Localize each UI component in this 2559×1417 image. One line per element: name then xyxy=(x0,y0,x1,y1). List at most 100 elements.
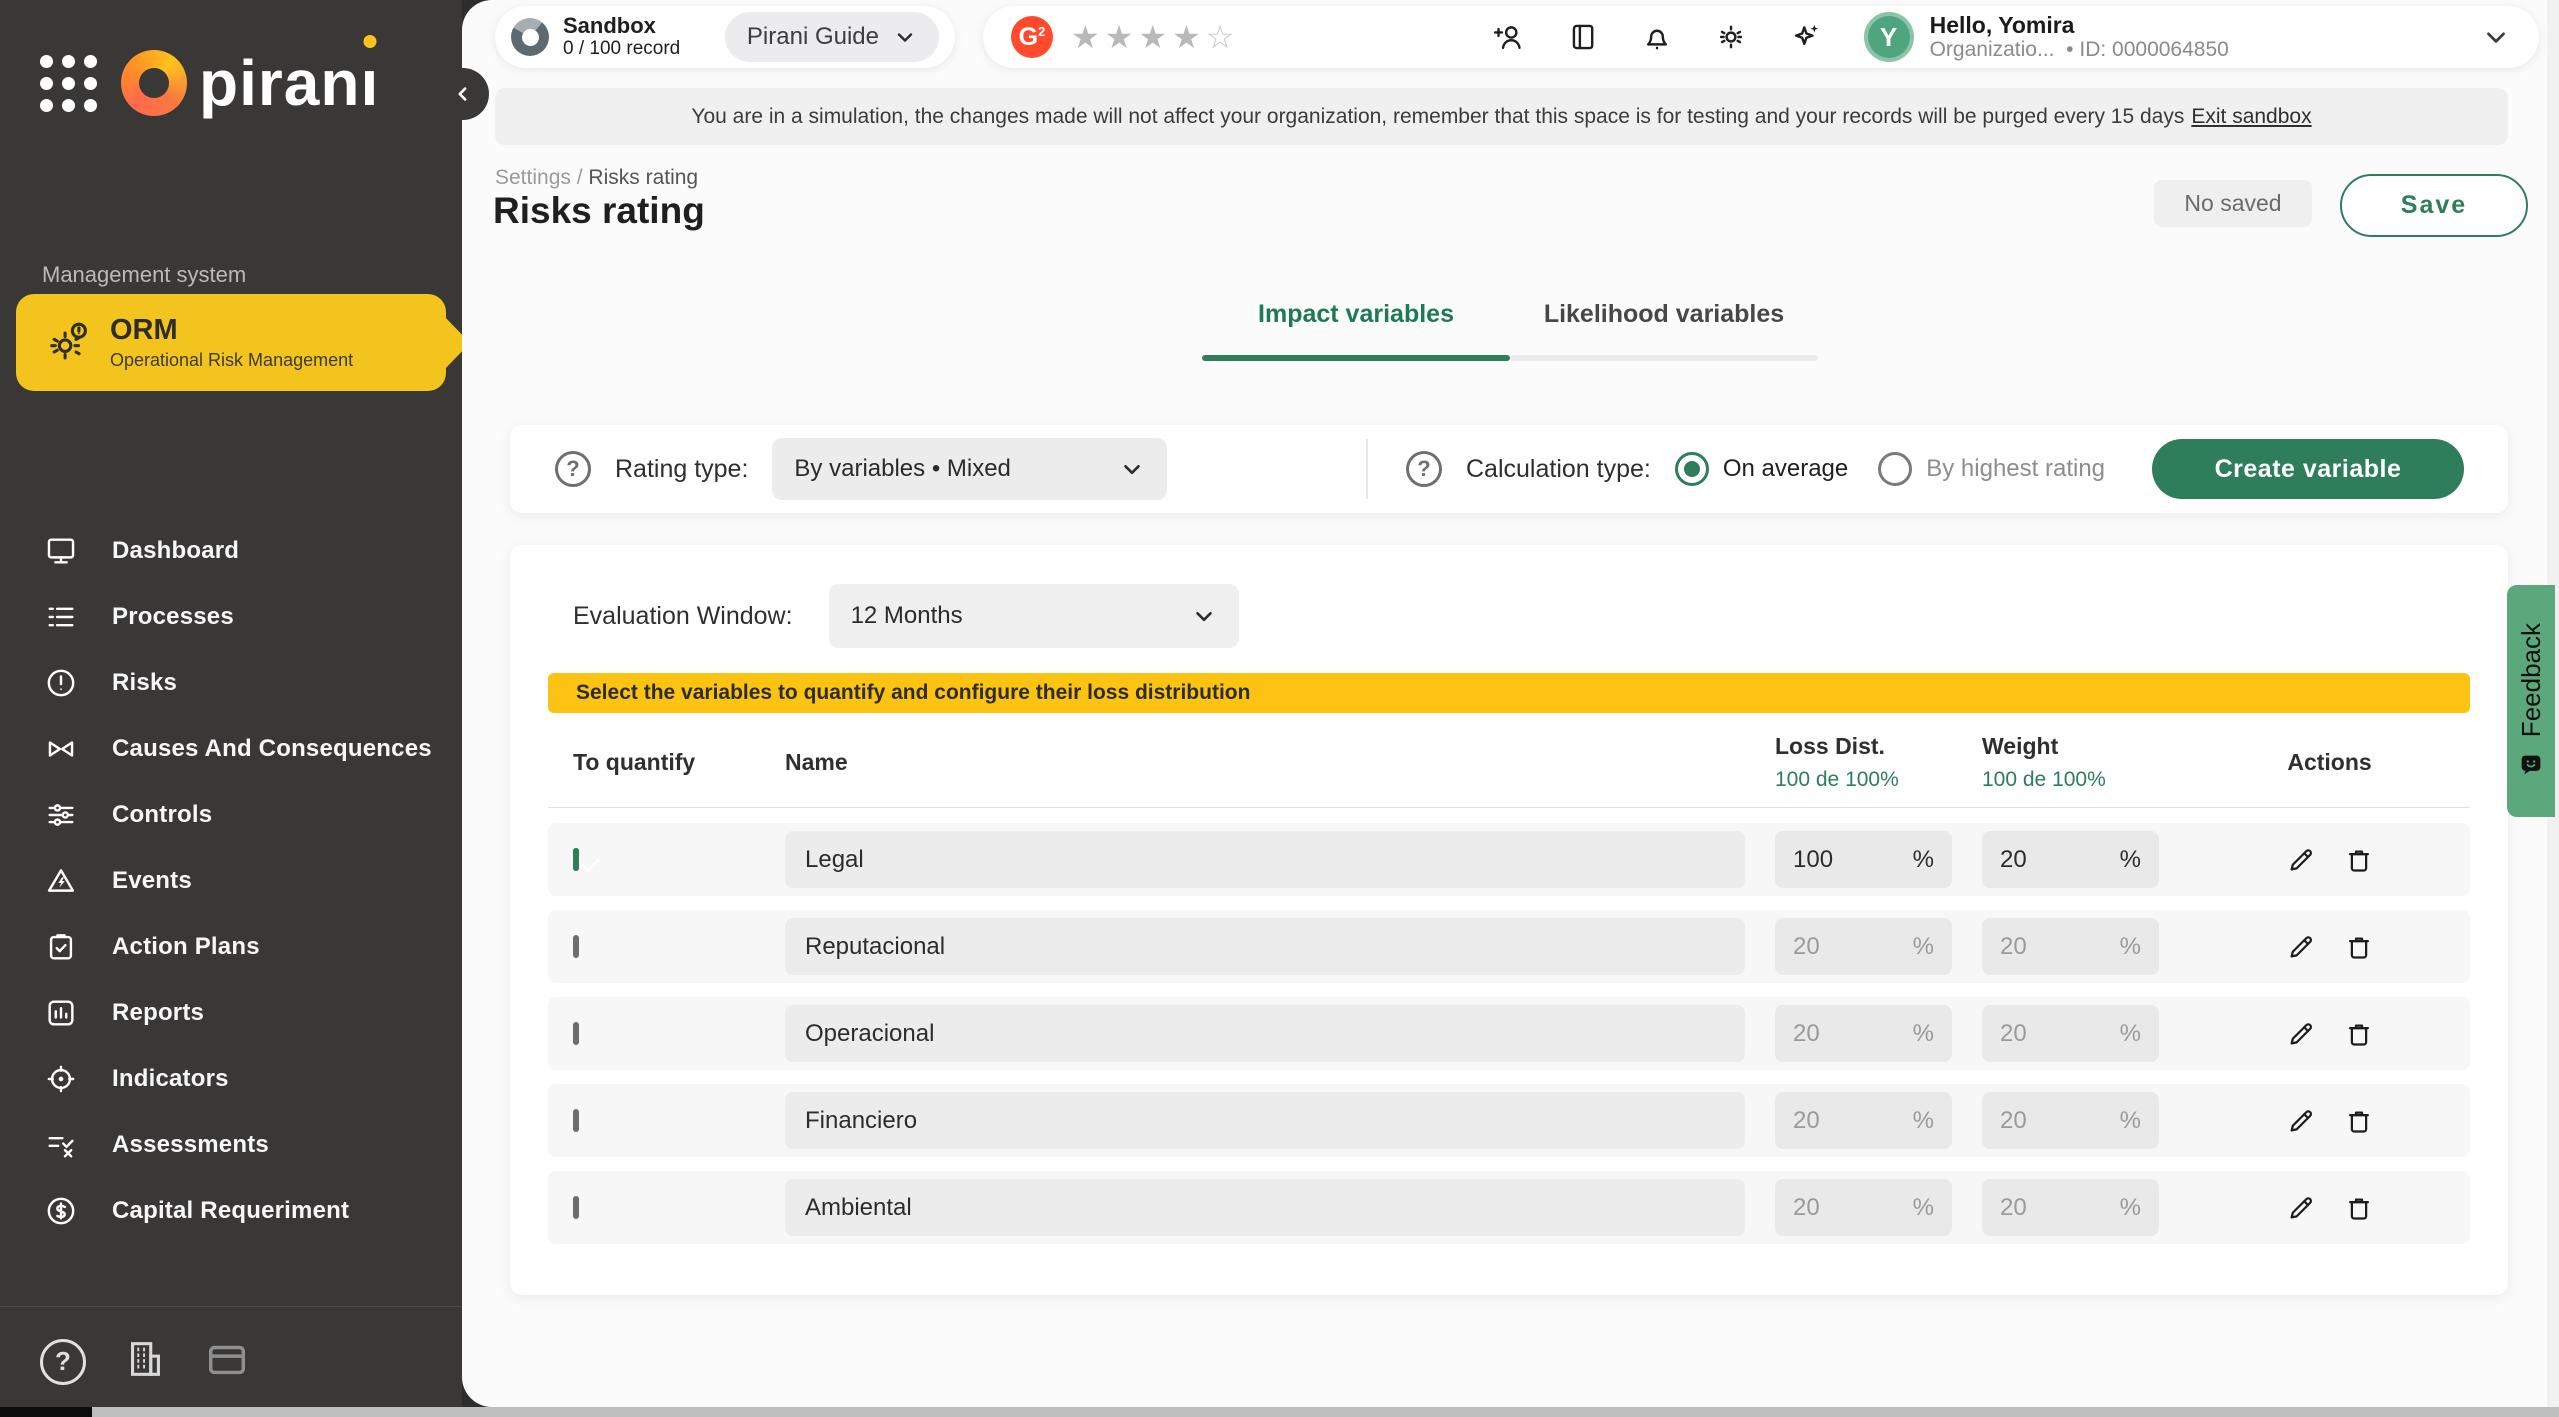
star-filled-icon[interactable]: ★ xyxy=(1071,19,1105,55)
radio-on-average[interactable]: On average xyxy=(1675,452,1848,486)
pirani-guide-label: Pirani Guide xyxy=(747,23,879,51)
radio-icon[interactable] xyxy=(1878,452,1912,486)
delete-trash-icon[interactable] xyxy=(2344,1019,2374,1049)
variable-name-field[interactable]: Reputacional xyxy=(785,918,1745,975)
loss-dist-field[interactable]: 20% xyxy=(1775,918,1952,975)
user-organization: Organizatio... • ID: 0000064850 xyxy=(1930,38,2229,62)
delete-trash-icon[interactable] xyxy=(2344,1193,2374,1223)
settings-gear-icon[interactable] xyxy=(1714,20,1748,54)
horizontal-scrollbar[interactable] xyxy=(0,1407,2559,1417)
knowledge-book-icon[interactable] xyxy=(1566,20,1600,54)
sidebar-item-causes-and-consequences[interactable]: Causes And Consequences xyxy=(0,716,462,782)
radio-by-highest-rating[interactable]: By highest rating xyxy=(1878,452,2105,486)
add-user-icon[interactable] xyxy=(1492,20,1526,54)
sidebar-collapse-button[interactable] xyxy=(437,68,489,120)
edit-pencil-icon[interactable] xyxy=(2286,845,2316,875)
loss-dist-field[interactable]: 20% xyxy=(1775,1179,1952,1236)
page-title: Risks rating xyxy=(493,190,705,232)
delete-trash-icon[interactable] xyxy=(2344,932,2374,962)
weight-field[interactable]: 20% xyxy=(1982,918,2159,975)
save-status-badge: No saved xyxy=(2154,180,2312,227)
delete-trash-icon[interactable] xyxy=(2344,845,2374,875)
variable-name-field[interactable]: Ambiental xyxy=(785,1179,1745,1236)
variable-name-field[interactable]: Operacional xyxy=(785,1005,1745,1062)
assessments-icon xyxy=(44,1128,78,1162)
user-avatar[interactable]: Y xyxy=(1864,12,1914,62)
variable-name-field[interactable]: Financiero xyxy=(785,1092,1745,1149)
rating-config-card: ? Rating type: By variables • Mixed ? Ca… xyxy=(510,425,2508,513)
star-outline-icon[interactable]: ☆ xyxy=(1206,19,1240,55)
radio-icon[interactable] xyxy=(1675,452,1709,486)
weight-field[interactable]: 20% xyxy=(1982,1179,2159,1236)
calculation-type-label: Calculation type: xyxy=(1466,455,1651,484)
col-loss: Loss Dist. 100 de 100% xyxy=(1775,733,1982,792)
loss-dist-field[interactable]: 20% xyxy=(1775,1005,1952,1062)
evaluation-window-label: Evaluation Window: xyxy=(573,602,793,631)
scrollbar-thumb[interactable] xyxy=(0,1407,92,1417)
variable-row-ambiental: Ambiental 20% 20% xyxy=(548,1171,2470,1244)
weight-field[interactable]: 20% xyxy=(1982,1092,2159,1149)
feedback-tab[interactable]: Feedback xyxy=(2507,585,2555,817)
quantify-checkbox[interactable] xyxy=(573,1109,579,1132)
indicators-icon xyxy=(44,1062,78,1096)
table-header: To quantify Name Loss Dist. 100 de 100% … xyxy=(548,733,2470,792)
pirani-guide-dropdown[interactable]: Pirani Guide xyxy=(725,12,939,62)
edit-pencil-icon[interactable] xyxy=(2286,932,2316,962)
ai-sparkles-icon[interactable] xyxy=(1788,20,1822,54)
sidebar-item-events[interactable]: Events xyxy=(0,848,462,914)
sidebar-item-controls[interactable]: Controls xyxy=(0,782,462,848)
exit-sandbox-link[interactable]: Exit sandbox xyxy=(2191,105,2311,129)
sidebar-item-indicators[interactable]: Indicators xyxy=(0,1046,462,1112)
sidebar-menu: Dashboard Processes Risks Causes And Con… xyxy=(0,518,462,1244)
module-orm[interactable]: ORM Operational Risk Management xyxy=(16,294,446,391)
calculation-type-help-icon[interactable]: ? xyxy=(1406,451,1442,487)
weight-field[interactable]: 20% xyxy=(1982,831,2159,888)
sidebar-item-processes[interactable]: Processes xyxy=(0,584,462,650)
quantify-checkbox[interactable] xyxy=(573,848,579,871)
rating-type-help-icon[interactable]: ? xyxy=(555,451,591,487)
weight-field[interactable]: 20% xyxy=(1982,1005,2159,1062)
evaluation-window-select[interactable]: 12 Months xyxy=(829,584,1239,648)
breadcrumb-settings[interactable]: Settings xyxy=(495,166,571,189)
delete-trash-icon[interactable] xyxy=(2344,1106,2374,1136)
rating-stars[interactable]: ★★★★☆ xyxy=(1071,18,1239,56)
user-menu-chevron-icon[interactable] xyxy=(2481,22,2511,52)
star-filled-icon[interactable]: ★ xyxy=(1138,19,1172,55)
sandbox-record-count: 0 / 100 record xyxy=(563,38,680,60)
variable-name-field[interactable]: Legal xyxy=(785,831,1745,888)
sidebar-item-capital-requeriment[interactable]: Capital Requeriment xyxy=(0,1178,462,1244)
create-variable-button[interactable]: Create variable xyxy=(2152,439,2464,499)
tab-impact-variables[interactable]: Impact variables xyxy=(1202,300,1510,361)
star-filled-icon[interactable]: ★ xyxy=(1172,19,1206,55)
quantify-checkbox[interactable] xyxy=(573,1196,579,1219)
sidebar-item-reports[interactable]: Reports xyxy=(0,980,462,1046)
billing-card-icon[interactable] xyxy=(204,1336,250,1387)
edit-pencil-icon[interactable] xyxy=(2286,1193,2316,1223)
sidebar: piranı Management system ORM Operational… xyxy=(0,0,462,1407)
quantify-checkbox[interactable] xyxy=(573,1022,579,1045)
sandbox-title: Sandbox xyxy=(563,14,680,38)
risks-icon xyxy=(44,666,78,700)
apps-grid-icon[interactable] xyxy=(40,55,97,112)
edit-pencil-icon[interactable] xyxy=(2286,1106,2316,1136)
sidebar-item-assessments[interactable]: Assessments xyxy=(0,1112,462,1178)
organization-icon[interactable] xyxy=(122,1336,168,1387)
edit-pencil-icon[interactable] xyxy=(2286,1019,2316,1049)
notifications-bell-icon[interactable] xyxy=(1640,20,1674,54)
user-greeting: Hello, Yomira xyxy=(1930,12,2229,38)
header-divider xyxy=(548,807,2470,808)
quantify-checkbox[interactable] xyxy=(573,935,579,958)
loss-dist-field[interactable]: 100% xyxy=(1775,831,1952,888)
loss-dist-field[interactable]: 20% xyxy=(1775,1092,1952,1149)
star-filled-icon[interactable]: ★ xyxy=(1105,19,1139,55)
rating-type-select[interactable]: By variables • Mixed xyxy=(772,438,1167,500)
sidebar-item-dashboard[interactable]: Dashboard xyxy=(0,518,462,584)
g2-logo[interactable]: G2 xyxy=(1011,16,1053,58)
rating-type-label: Rating type: xyxy=(615,455,748,484)
variable-row-reputacional: Reputacional 20% 20% xyxy=(548,910,2470,983)
help-icon[interactable]: ? xyxy=(40,1339,86,1385)
sidebar-item-action-plans[interactable]: Action Plans xyxy=(0,914,462,980)
save-button[interactable]: Save xyxy=(2340,174,2528,237)
sidebar-item-risks[interactable]: Risks xyxy=(0,650,462,716)
tab-likelihood-variables[interactable]: Likelihood variables xyxy=(1510,300,1818,361)
